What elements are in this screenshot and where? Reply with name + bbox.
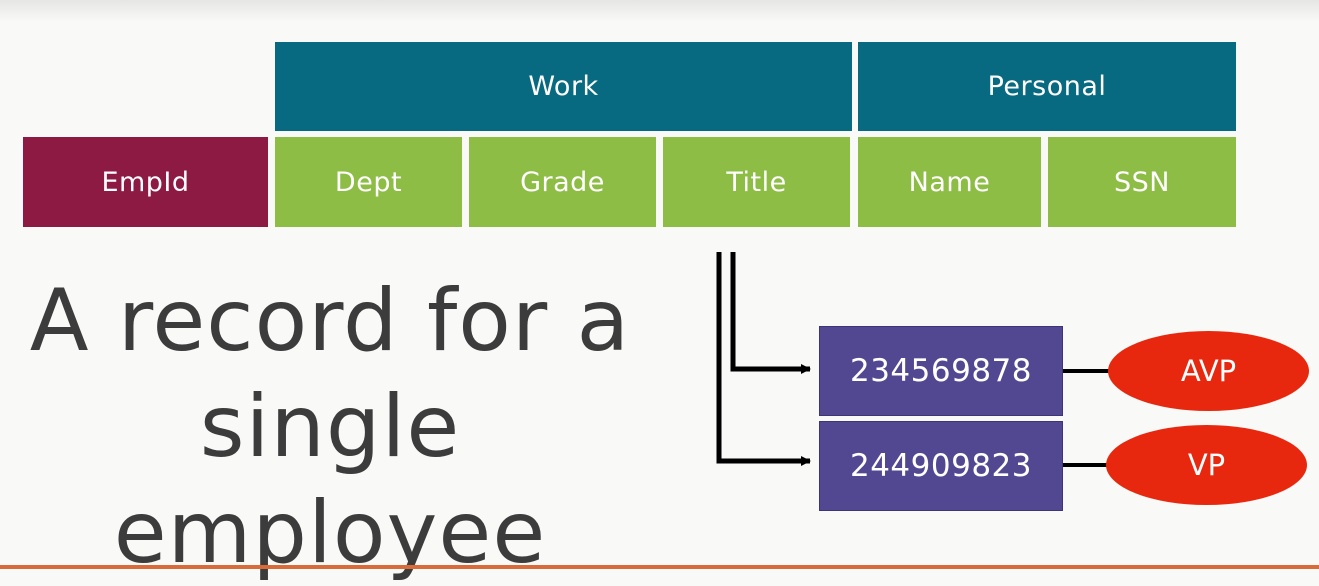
version-value-1: AVP (1108, 331, 1309, 411)
version-timestamp-2: 244909823 (819, 421, 1063, 511)
connector-to-version-1 (730, 252, 811, 374)
version-value-2: VP (1106, 425, 1307, 505)
bottom-accent-line (0, 565, 1319, 569)
version-timestamp-1: 234569878 (819, 326, 1063, 416)
